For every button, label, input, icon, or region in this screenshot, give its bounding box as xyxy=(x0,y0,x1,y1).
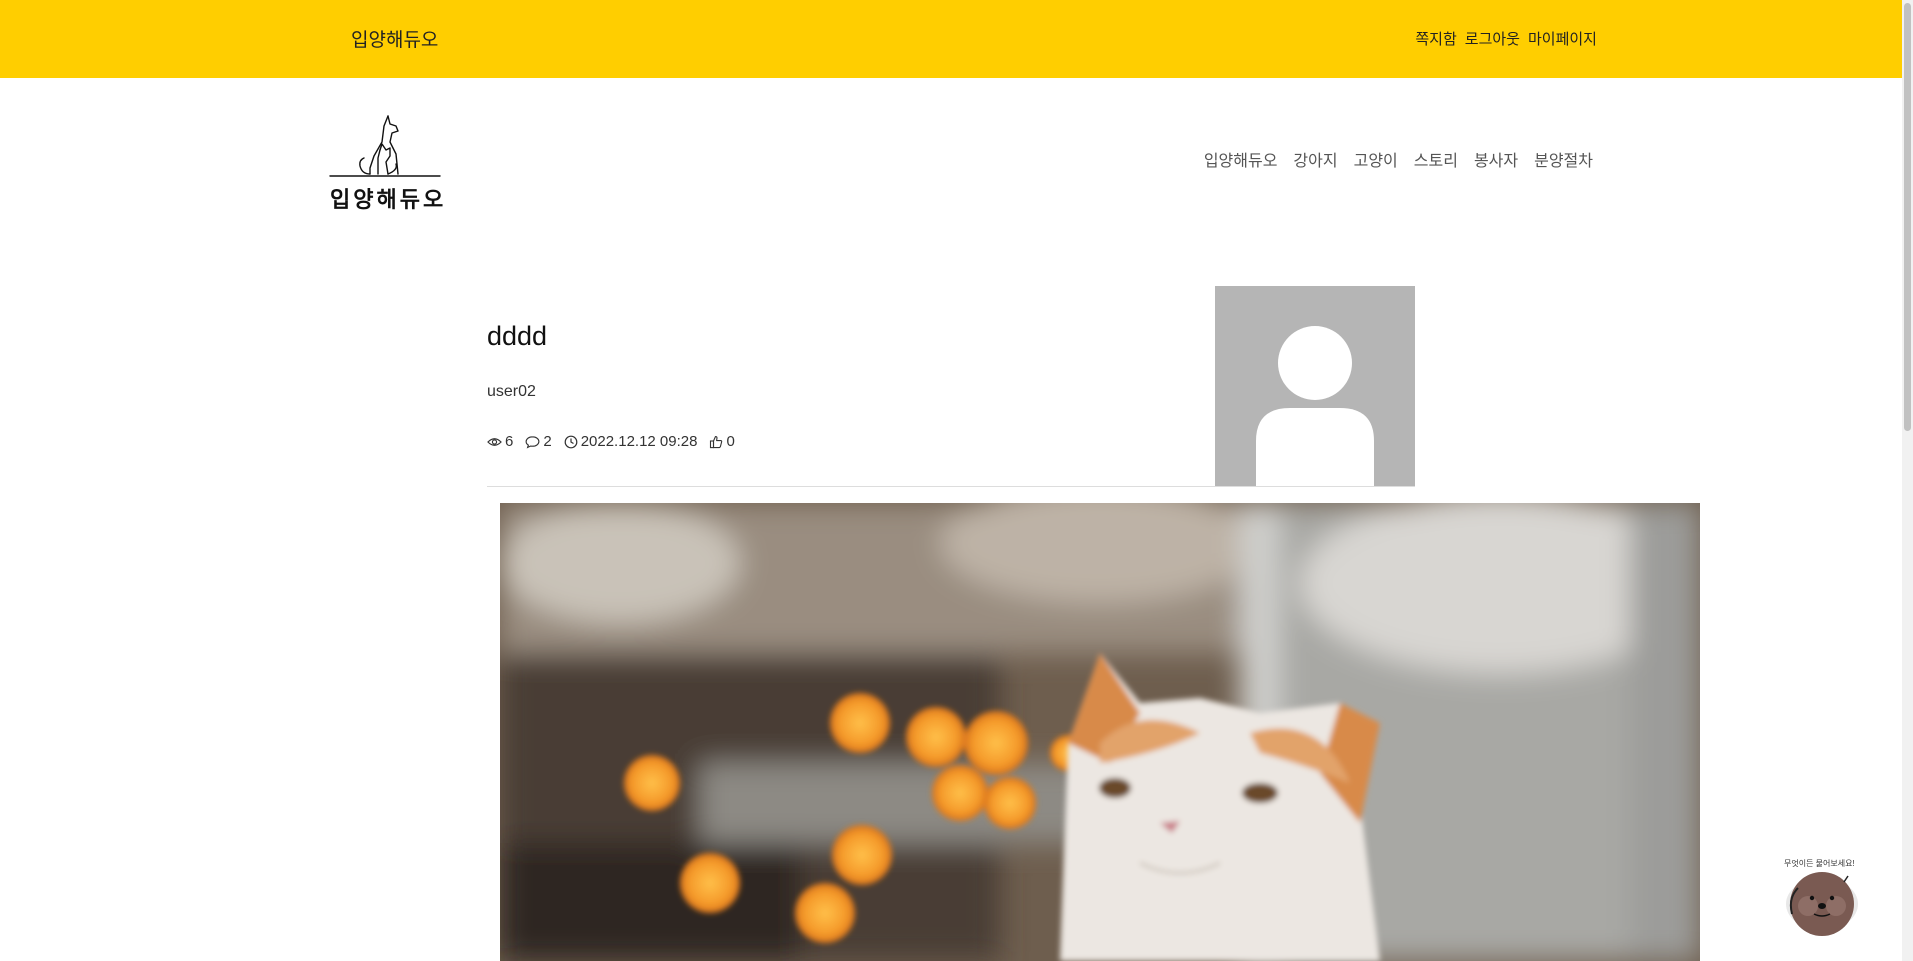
header-divider xyxy=(487,486,1415,487)
otter-chatbot-icon xyxy=(1786,872,1858,936)
nav-item-volunteer[interactable]: 봉사자 xyxy=(1474,147,1518,171)
cat-photo xyxy=(500,503,1700,961)
post-author: user02 xyxy=(487,383,536,400)
thumbs-up-icon xyxy=(710,435,723,448)
chatbot-bubble-text: 무엇이든 물어보세요! xyxy=(1784,859,1855,868)
page-scrollbar[interactable] xyxy=(1902,0,1913,961)
comments-meta: 2 xyxy=(525,433,552,450)
site-logo[interactable]: 입양해듀오 xyxy=(326,112,448,216)
chatbot-button[interactable]: 무엇이든 물어보세요! xyxy=(1778,858,1866,938)
nav-item-adopt[interactable]: 입양해듀오 xyxy=(1204,147,1278,171)
nav-item-dogs[interactable]: 강아지 xyxy=(1293,147,1337,171)
mypage-link[interactable]: 마이페이지 xyxy=(1528,28,1597,49)
post-image xyxy=(500,503,1700,961)
views-count: 6 xyxy=(505,433,514,450)
nav-item-cats[interactable]: 고양이 xyxy=(1354,147,1398,171)
nav-item-story[interactable]: 스토리 xyxy=(1414,147,1458,171)
author-avatar xyxy=(1215,286,1415,486)
clock-icon xyxy=(564,435,578,448)
post-title: dddd xyxy=(487,321,548,351)
message-box-link[interactable]: 쪽지함 xyxy=(1415,28,1456,49)
nav-item-procedure[interactable]: 분양절차 xyxy=(1534,147,1593,171)
likes-meta[interactable]: 0 xyxy=(709,433,735,450)
dog-cat-logo-icon xyxy=(329,115,441,177)
top-user-links: 쪽지함 로그아웃 마이페이지 xyxy=(1415,28,1597,49)
eye-icon xyxy=(487,437,502,446)
post-meta: 6 2 2022.12.12 09:28 0 xyxy=(487,433,747,450)
logout-link[interactable]: 로그아웃 xyxy=(1465,28,1520,49)
site-brand-link[interactable]: 입양해듀오 xyxy=(351,25,438,52)
main-nav: 입양해듀오 강아지 고양이 스토리 봉사자 분양절차 xyxy=(1204,147,1593,171)
user-placeholder-icon xyxy=(1256,326,1374,486)
post-date: 2022.12.12 09:28 xyxy=(580,433,698,450)
comments-count: 2 xyxy=(543,433,552,450)
logo-text: 입양해듀오 xyxy=(330,188,447,213)
comment-bubble-icon xyxy=(525,435,540,448)
likes-count: 0 xyxy=(726,433,735,450)
scrollbar-thumb[interactable] xyxy=(1904,3,1911,431)
top-bar: 입양해듀오 쪽지함 로그아웃 마이페이지 xyxy=(0,0,1902,78)
views-meta: 6 xyxy=(487,433,513,450)
date-meta: 2022.12.12 09:28 xyxy=(564,433,698,450)
